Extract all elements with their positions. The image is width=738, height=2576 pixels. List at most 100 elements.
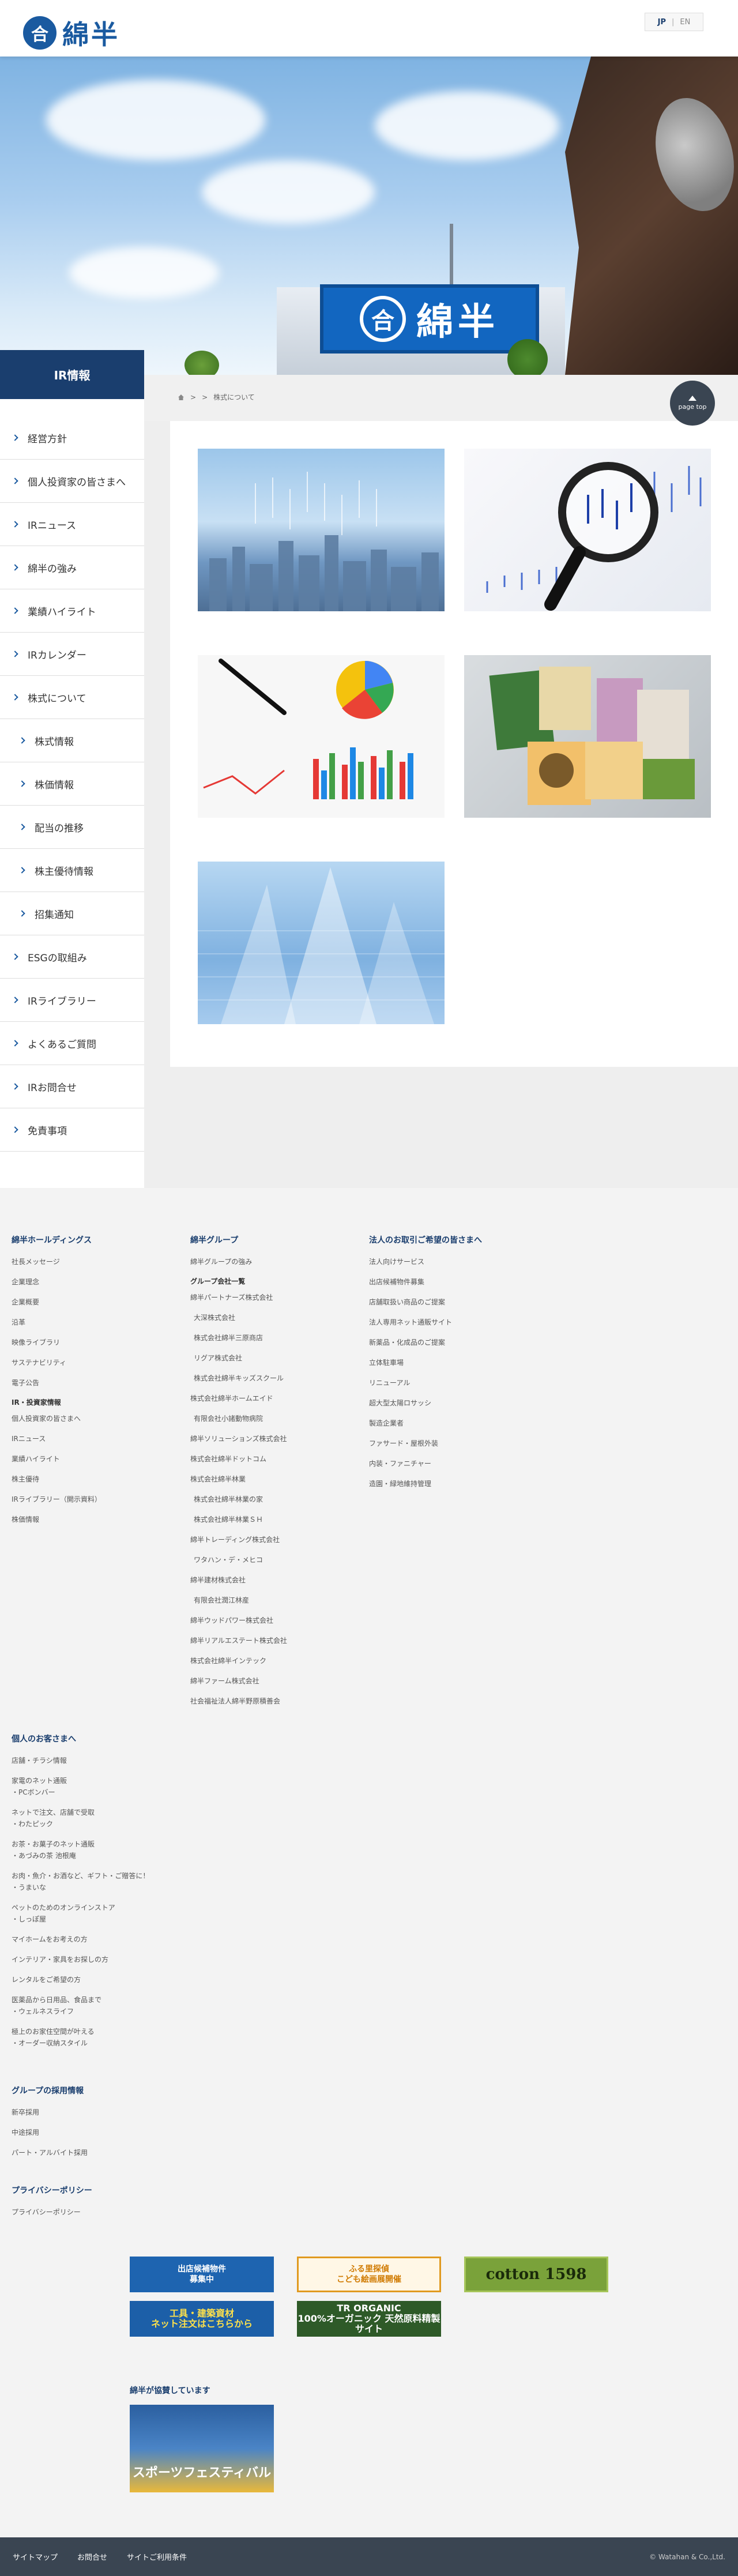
- sidebar-item[interactable]: 配当の推移: [0, 806, 144, 849]
- footer-link[interactable]: お茶・お菓子のネット通販 ・あづみの茶 池根庵: [12, 1838, 208, 1862]
- footer-link[interactable]: 超大型太陽ロサッシ: [369, 1397, 565, 1409]
- sidebar-item[interactable]: IRライブラリー: [0, 979, 144, 1022]
- footer-link[interactable]: 株式会社綿半林業ＳＨ: [190, 1514, 352, 1525]
- footer-link[interactable]: ワタハン・デ・メヒコ: [190, 1554, 352, 1566]
- sidebar-item[interactable]: 業績ハイライト: [0, 589, 144, 633]
- lang-en[interactable]: EN: [680, 18, 690, 27]
- banner-tools[interactable]: 工具・建築資材 ネット注文はこちらから: [130, 2301, 274, 2337]
- footer-link[interactable]: 綿半建材株式会社: [190, 1574, 352, 1586]
- footer-link[interactable]: 映像ライブラリ: [12, 1337, 161, 1348]
- footer-link[interactable]: 有限会社潤江林産: [190, 1595, 352, 1606]
- sidebar-item[interactable]: ESGの取組み: [0, 935, 144, 979]
- home-icon[interactable]: [178, 394, 184, 401]
- footer-heading[interactable]: 個人のお客さまへ: [12, 1733, 208, 1744]
- sidebar-item[interactable]: 株式について: [0, 676, 144, 719]
- footer-link[interactable]: ファサード・屋根外装: [369, 1438, 565, 1449]
- site-logo[interactable]: 合 綿半: [23, 14, 120, 52]
- banner-organic[interactable]: TR ORGANIC 100%オーガニック 天然原料精製サイト: [297, 2301, 441, 2337]
- footer-link[interactable]: 造園・緑地維持管理: [369, 1478, 565, 1490]
- sidebar-item[interactable]: 経営方針: [0, 416, 144, 460]
- lang-jp[interactable]: JP: [658, 18, 666, 27]
- footer-link[interactable]: 企業理念: [12, 1276, 161, 1288]
- sidebar-item[interactable]: 株価情報: [0, 762, 144, 806]
- footer-link[interactable]: 内装・ファニチャー: [369, 1458, 565, 1469]
- footer-link[interactable]: 社会福祉法人綿半野原積善会: [190, 1695, 352, 1707]
- card-dividend-history[interactable]: [198, 655, 445, 818]
- footer-subheading[interactable]: IR・投資家情報: [12, 1397, 161, 1407]
- footer-link[interactable]: 綿半ソリューションズ株式会社: [190, 1433, 352, 1445]
- footer-link[interactable]: ペットのためのオンラインストア ・しっぽ屋: [12, 1902, 208, 1925]
- footer-link[interactable]: 株価情報: [12, 1514, 161, 1525]
- footer-link[interactable]: 株式会社綿半林業の家: [190, 1494, 352, 1505]
- footer-link[interactable]: 新卒採用: [12, 2107, 208, 2118]
- sidebar-item[interactable]: 免責事項: [0, 1108, 144, 1152]
- footer-link[interactable]: レンタルをご希望の方: [12, 1974, 208, 1985]
- footer-link[interactable]: 株式会社綿半林業: [190, 1473, 352, 1485]
- footer-link[interactable]: 出店候補物件募集: [369, 1276, 565, 1288]
- footer-link[interactable]: 綿半トレーディング株式会社: [190, 1534, 352, 1545]
- footer-link[interactable]: 業績ハイライト: [12, 1453, 161, 1465]
- footer-link[interactable]: 家電のネット通販 ・PCボンバー: [12, 1775, 208, 1798]
- page-top-button[interactable]: page top: [670, 381, 715, 426]
- footer-link[interactable]: IRニュース: [12, 1433, 161, 1445]
- footer-link[interactable]: 製造企業者: [369, 1417, 565, 1429]
- sidebar-item[interactable]: 個人投資家の皆さまへ: [0, 460, 144, 503]
- footer-link[interactable]: 店舗取扱い商品のご提案: [369, 1296, 565, 1308]
- footer-link[interactable]: 立体駐車場: [369, 1357, 565, 1368]
- footer-link[interactable]: 新薬品・化成品のご提案: [369, 1337, 565, 1348]
- footer-link[interactable]: リニューアル: [369, 1377, 565, 1389]
- bottom-link[interactable]: サイトマップ: [13, 2551, 58, 2562]
- card-shareholder-benefits[interactable]: [464, 655, 711, 818]
- footer-link[interactable]: 綿半パートナーズ株式会社: [190, 1292, 352, 1303]
- footer-link[interactable]: パート・アルバイト採用: [12, 2147, 208, 2158]
- footer-link[interactable]: IRライブラリー（開示資料）: [12, 1494, 161, 1505]
- footer-heading[interactable]: 法人のお取引ご希望の皆さまへ: [369, 1234, 565, 1246]
- banner-cotton[interactable]: cotton 1598: [464, 2257, 608, 2292]
- footer-link[interactable]: 社長メッセージ: [12, 1256, 161, 1268]
- footer-link[interactable]: 店舗・チラシ情報: [12, 1755, 208, 1766]
- footer-link[interactable]: 大深株式会社: [190, 1312, 352, 1323]
- footer-link[interactable]: サステナビリティ: [12, 1357, 161, 1368]
- card-stock-price[interactable]: [464, 449, 711, 611]
- footer-link[interactable]: 個人投資家の皆さまへ: [12, 1413, 161, 1424]
- footer-link[interactable]: マイホームをお考えの方: [12, 1934, 208, 1945]
- footer-link[interactable]: 株式会社綿半ドットコム: [190, 1453, 352, 1465]
- footer-link[interactable]: 法人専用ネット通販サイト: [369, 1317, 565, 1328]
- banner-kids-art[interactable]: ふる里探偵 こども絵画展開催: [297, 2257, 441, 2292]
- sidebar-item[interactable]: よくあるご質問: [0, 1022, 144, 1065]
- footer-subheading[interactable]: グループ会社一覧: [190, 1276, 352, 1286]
- footer-link[interactable]: 医薬品から日用品、食品まで ・ウェルネスライフ: [12, 1994, 208, 2017]
- card-shareholder-meeting-notice[interactable]: [198, 862, 445, 1024]
- footer-link[interactable]: 中途採用: [12, 2127, 208, 2138]
- footer-link[interactable]: 綿半ウッドパワー株式会社: [190, 1615, 352, 1626]
- bottom-link[interactable]: お問合せ: [77, 2551, 107, 2562]
- footer-link[interactable]: 株式会社綿半三原商店: [190, 1332, 352, 1344]
- footer-link[interactable]: 株式会社綿半ホームエイド: [190, 1393, 352, 1404]
- footer-link[interactable]: 株式会社綿半キッズスクール: [190, 1372, 352, 1384]
- card-stock-information[interactable]: [198, 449, 445, 611]
- footer-heading[interactable]: 綿半ホールディングス: [12, 1234, 161, 1246]
- footer-link[interactable]: 株式会社綿半インテック: [190, 1655, 352, 1667]
- footer-link[interactable]: 綿半リアルエステート株式会社: [190, 1635, 352, 1646]
- sidebar-item[interactable]: 招集通知: [0, 892, 144, 935]
- sidebar-item[interactable]: 株式情報: [0, 719, 144, 762]
- bottom-link[interactable]: サイトご利用条件: [127, 2551, 187, 2562]
- footer-link[interactable]: ネットで注文、店舗で受取 ・わたピック: [12, 1807, 208, 1830]
- sidebar-item[interactable]: 株主優待情報: [0, 849, 144, 892]
- footer-link[interactable]: 有限会社小諸動物病院: [190, 1413, 352, 1424]
- footer-link[interactable]: 株主優待: [12, 1473, 161, 1485]
- footer-heading[interactable]: グループの採用情報: [12, 2085, 208, 2096]
- banner-store-property[interactable]: 出店候補物件 募集中: [130, 2257, 274, 2292]
- footer-heading[interactable]: プライバシーポリシー: [12, 2184, 208, 2196]
- footer-link[interactable]: 沿革: [12, 1317, 161, 1328]
- footer-link[interactable]: 電子公告: [12, 1377, 161, 1389]
- footer-link[interactable]: 極上のお家住空間が叶える ・オーダー収納スタイル: [12, 2026, 208, 2049]
- footer-link[interactable]: インテリア・家具をお探しの方: [12, 1954, 208, 1965]
- sidebar-item[interactable]: IRカレンダー: [0, 633, 144, 676]
- footer-link[interactable]: 法人向けサービス: [369, 1256, 565, 1268]
- sponsor-banner[interactable]: スポーツフェスティバル: [130, 2405, 274, 2492]
- footer-link[interactable]: 企業概要: [12, 1296, 161, 1308]
- footer-link[interactable]: 綿半ファーム株式会社: [190, 1675, 352, 1687]
- footer-link[interactable]: お肉・魚介・お酒など、ギフト・ご贈答に！ ・うまいな: [12, 1870, 208, 1893]
- sidebar-item[interactable]: 綿半の強み: [0, 546, 144, 589]
